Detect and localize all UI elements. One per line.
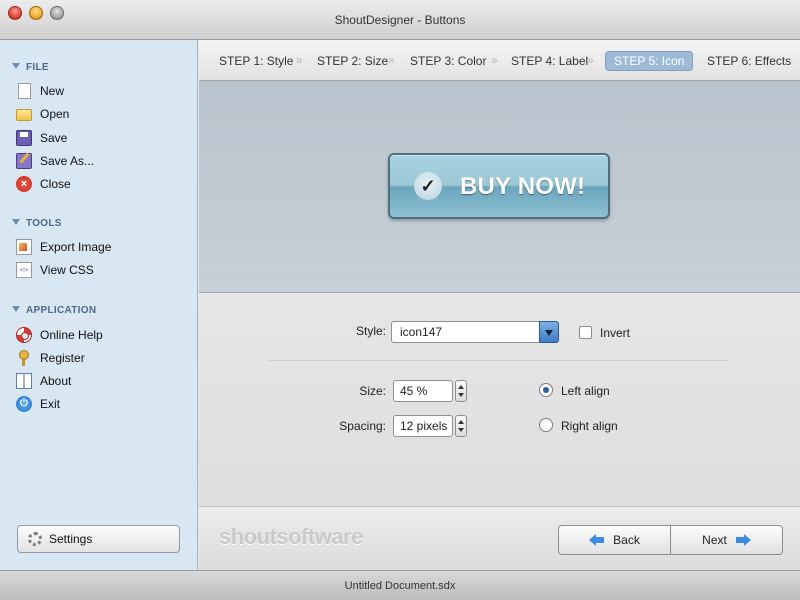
folder-icon [16,109,32,121]
right-align-label: Right align [561,419,618,433]
tab-step-5[interactable]: STEP 5: Icon [605,51,694,71]
wizard-footer: shoutsoftware Back Next [199,506,800,570]
document-name: Untitled Document.sdx [344,580,456,592]
sidebar-item-export-image[interactable]: Export Image [16,237,186,257]
spacing-stepper[interactable] [455,415,467,437]
image-icon [16,239,32,255]
section-header-file: FILE [12,62,49,73]
arrow-left-icon [589,534,605,546]
invert-label: Invert [600,326,631,340]
preview-button: ✓ BUY NOW! [388,153,610,219]
section-header-tools: TOOLS [12,218,62,229]
tab-step-1[interactable]: STEP 1: Style [211,51,301,71]
section-header-application: APPLICATION [12,305,96,316]
disclosure-triangle-icon [12,219,20,225]
style-select[interactable]: icon147 [391,321,559,343]
steps-bar: STEP 1: Style » STEP 2: Size » STEP 3: C… [199,40,800,81]
key-icon [16,350,32,366]
chevron-down-icon[interactable] [539,321,559,343]
close-icon: × [16,176,32,192]
shoutsoftware-logo: shoutsoftware [219,524,363,549]
left-align-radio[interactable] [539,383,553,397]
size-input[interactable]: 45 % [393,380,453,402]
preview-button-label: BUY NOW! [460,173,586,200]
icon-settings-panel: Style: icon147 Invert Size: 45 % Spacing… [199,294,800,506]
checkmark-icon: ✓ [414,172,442,200]
spacing-label: Spacing: [339,419,386,433]
css-file-icon: <> [16,262,32,278]
step-separator: » [587,53,594,67]
tab-step-6[interactable]: STEP 6: Effects [699,51,799,71]
new-document-icon [18,83,31,99]
sidebar-item-save[interactable]: Save [16,128,186,148]
save-as-icon [16,153,32,169]
save-icon [16,130,32,146]
sidebar-item-view-css[interactable]: <> View CSS [16,260,186,280]
window-title: ShoutDesigner - Buttons [334,13,466,27]
sidebar-item-save-as[interactable]: Save As... [16,151,186,171]
sidebar-item-exit[interactable]: ⏻ Exit [16,394,186,414]
disclosure-triangle-icon [12,306,20,312]
size-stepper[interactable] [455,380,467,402]
sidebar-item-about[interactable]: About [16,371,186,391]
style-label: Style: [355,324,386,338]
sidebar-item-open[interactable]: Open [16,104,186,124]
step-separator: » [296,53,303,67]
size-label: Size: [359,384,386,398]
invert-checkbox[interactable] [579,326,592,339]
divider [269,360,729,361]
step-separator: » [491,53,498,67]
left-align-label: Left align [561,384,610,398]
right-align-radio[interactable] [539,418,553,432]
tab-step-4[interactable]: STEP 4: Label [503,51,596,71]
status-bar: Untitled Document.sdx [0,570,800,600]
book-icon [16,373,32,389]
sidebar-item-new[interactable]: New [16,81,186,101]
arrow-right-icon [735,534,751,546]
back-button[interactable]: Back [558,525,671,555]
lifebuoy-icon [16,327,32,343]
tab-step-2[interactable]: STEP 2: Size [309,51,396,71]
step-separator: » [687,53,694,67]
style-select-value: icon147 [400,325,443,339]
disclosure-triangle-icon [12,63,20,69]
gear-icon [28,532,42,546]
sidebar-item-online-help[interactable]: Online Help [16,325,186,345]
settings-button[interactable]: Settings [17,525,180,553]
next-button[interactable]: Next [670,525,783,555]
title-bar: ShoutDesigner - Buttons [0,0,800,40]
sidebar: FILE New Open Save Save As... × Close TOO… [0,40,198,570]
tab-step-3[interactable]: STEP 3: Color [402,51,494,71]
power-icon: ⏻ [16,396,32,412]
step-separator: » [388,53,395,67]
sidebar-item-close[interactable]: × Close [16,174,186,194]
spacing-input[interactable]: 12 pixels [393,415,453,437]
sidebar-item-register[interactable]: Register [16,348,186,368]
button-preview-area: ✓ BUY NOW! [199,81,800,293]
